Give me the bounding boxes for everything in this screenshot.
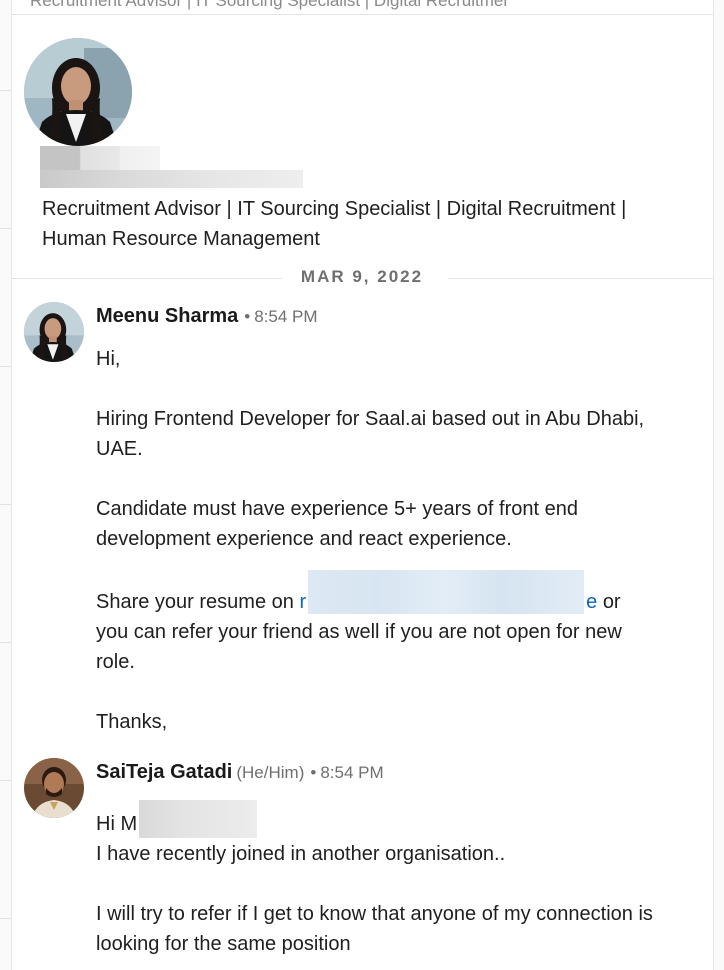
message-header: SaiTeja Gatadi (He/Him) • 8:54 PM xyxy=(96,761,384,784)
message-text: Hi M xyxy=(96,813,138,835)
message-paragraph: I have recently joined in another organi… xyxy=(96,843,506,865)
redacted-profile-name xyxy=(40,146,160,170)
meta-separator: • xyxy=(244,307,251,326)
sender-avatar[interactable] xyxy=(24,758,84,818)
message-sign-off: Thanks, xyxy=(96,711,168,733)
messaging-thread: Recruitment Advisor | IT Sourcing Specia… xyxy=(0,0,724,970)
message-paragraph: Hiring Frontend Developer for Saal.ai ba… xyxy=(96,408,645,460)
sender-avatar[interactable] xyxy=(24,302,84,362)
date-label: MAR 9, 2022 xyxy=(300,267,424,286)
scrollbar-track[interactable] xyxy=(713,0,724,970)
message-time: 8:54 PM xyxy=(320,763,384,782)
message-body: Hi M I have recently joined in another o… xyxy=(96,800,656,959)
redacted-email-link[interactable] xyxy=(308,570,585,614)
message-paragraph: Candidate must have experience 5+ years … xyxy=(96,498,578,550)
message-paragraph: Share your resume on re or you can refer… xyxy=(96,570,656,677)
redacted-profile-name-line xyxy=(40,170,303,188)
profile-headline: Recruitment Advisor | IT Sourcing Specia… xyxy=(42,198,627,250)
message-greeting: Hi, xyxy=(96,348,121,370)
message-paragraph: I will try to refer if I get to know tha… xyxy=(96,903,653,955)
message-time: 8:54 PM xyxy=(254,307,318,326)
email-link-start[interactable]: r xyxy=(299,591,306,613)
message-header: Meenu Sharma • 8:54 PM xyxy=(96,305,318,328)
message-body: Hi, Hiring Frontend Developer for Saal.a… xyxy=(96,344,656,737)
profile-avatar[interactable] xyxy=(24,38,132,146)
truncated-headline: Recruitment Advisor | IT Sourcing Specia… xyxy=(30,0,510,10)
sender-name[interactable]: Meenu Sharma xyxy=(96,305,238,327)
sender-pronouns: (He/Him) xyxy=(236,763,305,782)
date-divider: MAR 9, 2022 xyxy=(12,264,714,292)
email-link-end[interactable]: e xyxy=(586,591,597,613)
sender-name[interactable]: SaiTeja Gatadi xyxy=(96,761,232,783)
meta-separator: • xyxy=(310,763,317,782)
message-greeting: Hi M xyxy=(96,800,656,839)
redacted-recipient-name xyxy=(139,800,258,838)
message-text: Share your resume on xyxy=(96,591,294,613)
left-panel-edge xyxy=(0,0,12,970)
sticky-profile-header: Recruitment Advisor | IT Sourcing Specia… xyxy=(12,0,714,15)
